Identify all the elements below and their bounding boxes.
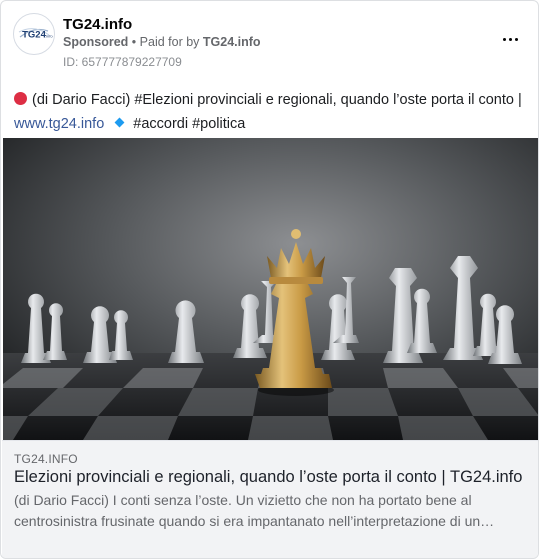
post-link[interactable]: www.tg24.info <box>14 116 104 132</box>
paid-for-name: TG24.info <box>202 35 261 49</box>
page-name[interactable]: TG24.info <box>63 16 132 33</box>
sponsored-post-card: TG24 .info TG24.info Sponsored • Paid fo… <box>0 0 539 559</box>
svg-text:.info: .info <box>45 34 53 39</box>
post-image[interactable] <box>3 138 538 440</box>
preview-headline[interactable]: Elezioni provinciali e regionali, quando… <box>14 468 529 487</box>
more-dot <box>508 37 512 41</box>
post-intro: (di Dario Facci) #Elezioni provinciali e… <box>32 92 522 108</box>
more-dot <box>514 37 518 41</box>
sponsored-line: Sponsored • Paid for by TG24.info <box>63 35 261 49</box>
more-horizontal-icon <box>502 37 506 41</box>
ad-id: ID: 657777879227709 <box>63 55 182 69</box>
preview-domain: TG24.INFO <box>14 452 78 466</box>
small-blue-diamond-icon <box>114 117 125 128</box>
page-avatar[interactable]: TG24 .info <box>13 13 55 55</box>
separator-bullet: • <box>131 35 137 49</box>
more-options-button[interactable] <box>496 29 524 49</box>
tg24-logo-icon: TG24 .info <box>15 15 53 53</box>
preview-description: (di Dario Facci) I conti senza l’oste. U… <box>14 492 495 529</box>
chess-image <box>3 138 538 440</box>
link-preview[interactable]: TG24.INFO Elezioni provinciali e regiona… <box>2 440 538 558</box>
red-circle-icon <box>14 92 27 105</box>
paid-for-prefix: Paid for by <box>139 35 200 49</box>
post-hashtags[interactable]: #accordi #politica <box>133 116 245 132</box>
post-header: TG24 .info TG24.info Sponsored • Paid fo… <box>13 11 526 71</box>
sponsored-label[interactable]: Sponsored <box>63 35 128 49</box>
post-text: (di Dario Facci) #Elezioni provinciali e… <box>14 88 529 136</box>
svg-text:TG24: TG24 <box>22 30 46 41</box>
